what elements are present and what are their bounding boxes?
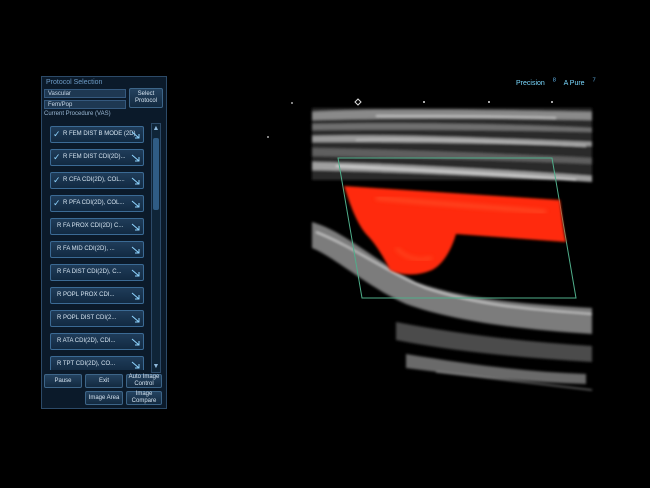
- protocol-list-item[interactable]: ✓ R CFA CDI(2D), COL...: [50, 172, 144, 189]
- protocol-list-item[interactable]: R FA MID CDI(2D), ...: [50, 241, 144, 258]
- protocol-list-item[interactable]: ✓ R FEM DIST CDI(2D)...: [50, 149, 144, 166]
- upper-tissue: [312, 108, 592, 182]
- protocol-item-label: R POPL DIST CDI(2...: [57, 315, 117, 321]
- protocol-list-item[interactable]: R POPL PROX CDI...: [50, 287, 144, 304]
- probe-icon: [131, 246, 140, 254]
- protocol-list-item[interactable]: R FA DIST CDI(2D), C...: [50, 264, 144, 281]
- exam-subtype-field[interactable]: Fem/Pop: [44, 100, 126, 109]
- scroll-down-icon[interactable]: ▼: [152, 362, 160, 372]
- probe-icon: [131, 223, 140, 231]
- probe-icon: [131, 177, 140, 185]
- probe-icon: [131, 315, 140, 323]
- protocol-list-item[interactable]: R TPT CDI(2D), CO...: [50, 356, 144, 370]
- scroll-thumb[interactable]: [153, 138, 159, 210]
- protocol-item-label: R PFA CDI(2D), COL...: [63, 200, 125, 206]
- depth-marker: [291, 102, 293, 104]
- select-protocol-button[interactable]: Select Protocol: [129, 88, 163, 108]
- image-compare-button[interactable]: Image Compare: [126, 391, 162, 405]
- lower-tissue: [312, 222, 593, 391]
- protocol-list: ✓ R FEM DIST B MODE (2D) ✓ R FEM DIST CDI(2…: [44, 120, 150, 370]
- protocol-list-scrollbar[interactable]: ▲ ▼: [151, 123, 161, 373]
- panel-title: Protocol Selection: [46, 79, 103, 86]
- top-scale: [354, 98, 553, 106]
- probe-icon: [131, 269, 140, 277]
- ultrasound-image[interactable]: [256, 72, 608, 408]
- protocol-list-item[interactable]: ✓ R FEM DIST B MODE (2D): [50, 126, 144, 143]
- protocol-item-label: R FA PROX CDI(2D) C...: [57, 223, 124, 229]
- protocol-item-label: R FEM DIST CDI(2D)...: [63, 154, 126, 160]
- current-procedure-label: Current Procedure (VAS): [44, 111, 111, 117]
- protocol-item-label: R FA MID CDI(2D), ...: [57, 246, 115, 252]
- protocol-list-item[interactable]: ✓ R PFA CDI(2D), COL...: [50, 195, 144, 212]
- exit-button[interactable]: Exit: [85, 374, 123, 388]
- checkmark-icon: ✓: [53, 152, 61, 162]
- protocol-item-label: R FA DIST CDI(2D), C...: [57, 269, 122, 275]
- depth-marker: [267, 136, 269, 138]
- protocol-item-label: R TPT CDI(2D), CO...: [57, 361, 116, 367]
- protocol-list-item[interactable]: R ATA CDI(2D), CDI...: [50, 333, 144, 350]
- probe-icon: [131, 131, 140, 139]
- protocol-item-label: R CFA CDI(2D), COL...: [63, 177, 125, 183]
- probe-icon: [131, 200, 140, 208]
- image-area-button[interactable]: Image Area: [85, 391, 123, 405]
- exam-type-field[interactable]: Vascular: [44, 89, 126, 98]
- probe-icon: [131, 154, 140, 162]
- protocol-list-item[interactable]: R FA PROX CDI(2D) C...: [50, 218, 144, 235]
- protocol-item-label: R ATA CDI(2D), CDI...: [57, 338, 116, 344]
- checkmark-icon: ✓: [53, 129, 61, 139]
- checkmark-icon: ✓: [53, 175, 61, 185]
- pause-button[interactable]: Pause: [44, 374, 82, 388]
- auto-image-control-button[interactable]: Auto Image Control: [126, 374, 162, 388]
- probe-icon: [131, 292, 140, 300]
- protocol-item-label: R POPL PROX CDI...: [57, 292, 115, 298]
- probe-icon: [131, 361, 140, 369]
- protocol-item-label: R FEM DIST B MODE (2D): [63, 131, 136, 137]
- checkmark-icon: ✓: [53, 198, 61, 208]
- probe-icon: [131, 338, 140, 346]
- protocol-list-item[interactable]: R POPL DIST CDI(2...: [50, 310, 144, 327]
- scroll-up-icon[interactable]: ▲: [152, 124, 160, 134]
